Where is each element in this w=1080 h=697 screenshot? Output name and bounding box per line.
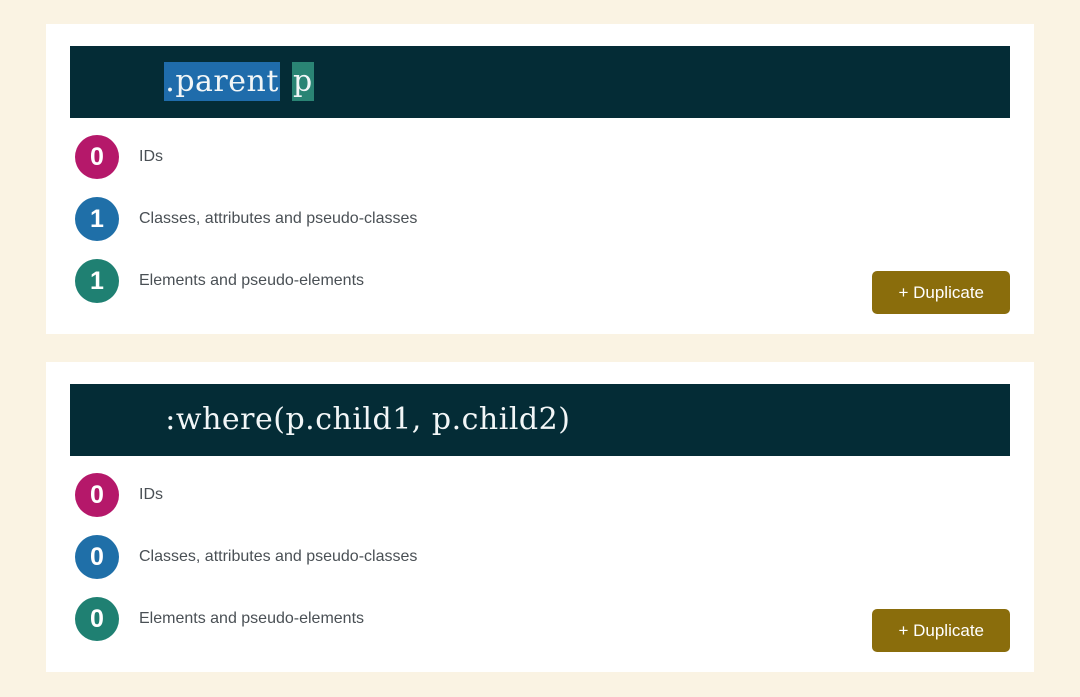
counter-row-elements: 1 Elements and pseudo-elements	[70, 250, 1010, 312]
counter-row-classes: 0 Classes, attributes and pseudo-classes	[70, 526, 1010, 588]
classes-count-badge: 0	[75, 535, 119, 579]
selector-segment-class: .parent	[164, 62, 280, 102]
counter-list-1: 0 IDs 0 Classes, attributes and pseudo-c…	[70, 464, 1010, 650]
classes-count-label: Classes, attributes and pseudo-classes	[139, 548, 418, 565]
specificity-calculator-page: .parent p 0 IDs 1 Classes, attributes an…	[0, 0, 1080, 697]
selector-input-bar-0[interactable]: .parent p	[70, 46, 1010, 118]
counter-row-ids: 0 IDs	[70, 126, 1010, 188]
counter-row-classes: 1 Classes, attributes and pseudo-classes	[70, 188, 1010, 250]
counter-list-0: 0 IDs 1 Classes, attributes and pseudo-c…	[70, 126, 1010, 312]
duplicate-button[interactable]: + Duplicate	[872, 271, 1010, 314]
elements-count-badge: 1	[75, 259, 119, 303]
elements-count-badge: 0	[75, 597, 119, 641]
selector-code-0[interactable]: .parent p	[84, 46, 314, 118]
ids-count-badge: 0	[75, 473, 119, 517]
classes-count-label: Classes, attributes and pseudo-classes	[139, 210, 418, 227]
selector-segment-element: p	[291, 62, 314, 102]
specificity-card: :where(p.child1, p.child2) 0 IDs 0 Class…	[46, 362, 1034, 672]
ids-count-label: IDs	[139, 486, 163, 503]
specificity-card: .parent p 0 IDs 1 Classes, attributes an…	[46, 24, 1034, 334]
classes-count-badge: 1	[75, 197, 119, 241]
elements-count-label: Elements and pseudo-elements	[139, 272, 365, 289]
counter-row-ids: 0 IDs	[70, 464, 1010, 526]
ids-count-label: IDs	[139, 148, 163, 165]
selector-input-bar-1[interactable]: :where(p.child1, p.child2)	[70, 384, 1010, 456]
elements-count-label: Elements and pseudo-elements	[139, 610, 365, 627]
selector-segment-plain: :where(p.child1, p.child2)	[165, 402, 571, 438]
ids-count-badge: 0	[75, 135, 119, 179]
counter-row-elements: 0 Elements and pseudo-elements	[70, 588, 1010, 650]
duplicate-button[interactable]: + Duplicate	[872, 609, 1010, 652]
selector-code-1[interactable]: :where(p.child1, p.child2)	[84, 384, 571, 456]
selector-segment-space	[280, 62, 292, 101]
